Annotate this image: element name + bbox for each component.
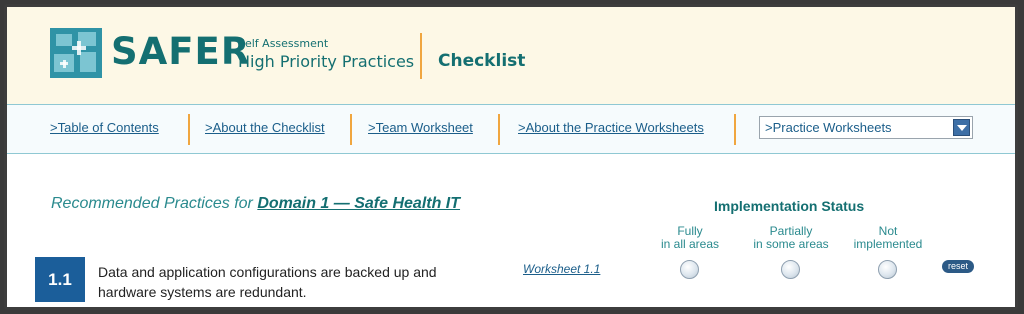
nav-link-team-worksheet[interactable]: >Team Worksheet: [368, 120, 473, 135]
nav-bar: >Table of Contents >About the Checklist …: [7, 104, 1015, 154]
reset-button[interactable]: reset: [942, 260, 974, 273]
app-frame: SAFER Self Assessment High Priority Prac…: [4, 4, 1018, 310]
header-divider: [420, 33, 422, 79]
nav-separator: [350, 114, 352, 145]
status-column-not: Not implemented: [828, 225, 948, 251]
brand-name: SAFER: [111, 30, 251, 73]
nav-separator: [498, 114, 500, 145]
chevron-down-icon[interactable]: [953, 119, 970, 136]
worksheet-link[interactable]: Worksheet 1.1: [523, 262, 600, 276]
nav-link-table-of-contents[interactable]: >Table of Contents: [50, 120, 159, 135]
domain-heading-prefix: Recommended Practices for: [51, 195, 258, 212]
header: SAFER Self Assessment High Priority Prac…: [7, 7, 1015, 104]
page-title: Checklist: [438, 51, 526, 71]
practice-worksheets-select-value: >Practice Worksheets: [765, 120, 892, 135]
brand-subtitle-large: High Priority Practices: [238, 52, 415, 71]
practice-number-badge: 1.1: [35, 257, 85, 302]
nav-link-about-checklist[interactable]: >About the Checklist: [205, 120, 325, 135]
nav-separator: [188, 114, 190, 145]
safer-logo-image: [50, 28, 102, 78]
implementation-status-title: Implementation Status: [714, 198, 865, 214]
nav-link-about-practice-worksheets[interactable]: >About the Practice Worksheets: [518, 120, 704, 135]
domain-link[interactable]: Domain 1 — Safe Health IT: [257, 195, 460, 212]
domain-heading: Recommended Practices for Domain 1 — Saf…: [51, 195, 460, 213]
brand-subtitle-small: Self Assessment: [238, 37, 329, 50]
status-column-not-line2: implemented: [853, 237, 923, 251]
radio-not-implemented[interactable]: [878, 260, 897, 279]
practice-description: Data and application configurations are …: [98, 264, 437, 300]
radio-partially-implemented[interactable]: [781, 260, 800, 279]
radio-fully-implemented[interactable]: [680, 260, 699, 279]
nav-separator: [734, 114, 736, 145]
practice-worksheets-select[interactable]: >Practice Worksheets: [759, 116, 973, 139]
